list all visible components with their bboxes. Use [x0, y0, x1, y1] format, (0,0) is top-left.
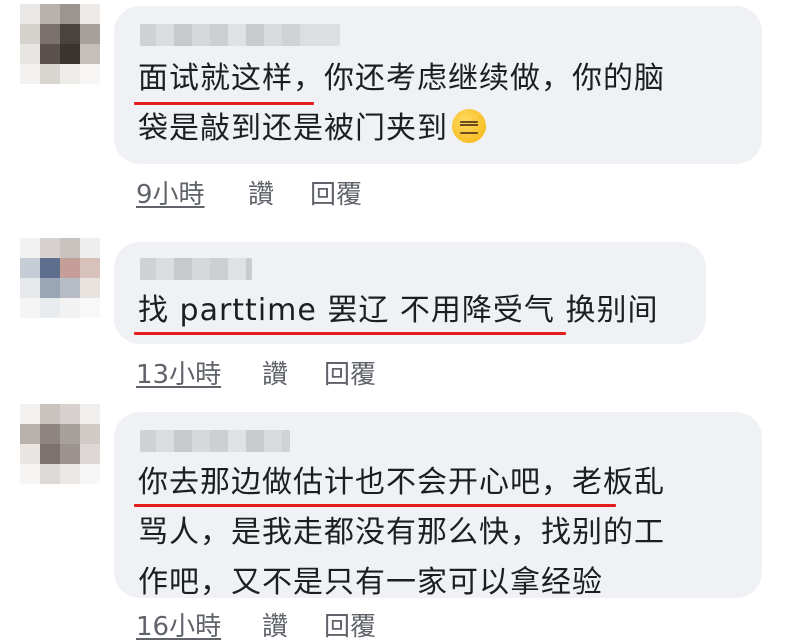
comment-bubble: 你去那边做估计也不会开心吧，老板乱 骂人，是我走都没有那么快，找别的工 作吧，又…	[114, 412, 762, 600]
avatar[interactable]	[20, 4, 100, 84]
comment-bubble: 面试就这样，你还考虑继续做，你的脑 袋是敲到还是被门夹到	[114, 6, 762, 164]
comment-bubble: 找 parttime 罢辽 不用降受气 换别间	[114, 242, 706, 344]
avatar[interactable]	[20, 404, 100, 484]
avatar[interactable]	[20, 238, 100, 318]
text-underline	[134, 102, 314, 105]
comment-timestamp[interactable]: 16小時	[136, 612, 221, 642]
commenter-name[interactable]	[140, 258, 252, 280]
commenter-name[interactable]	[140, 430, 290, 452]
like-button[interactable]: 讚	[248, 174, 274, 211]
like-button[interactable]: 讚	[262, 354, 288, 391]
reply-button[interactable]: 回覆	[310, 174, 362, 211]
text-underline	[134, 332, 566, 335]
comment-text: 你去那边做估计也不会开心吧，老板乱 骂人，是我走都没有那么快，找别的工 作吧，又…	[138, 465, 665, 600]
commenter-name[interactable]	[140, 24, 340, 46]
like-button[interactable]: 讚	[262, 606, 288, 643]
comment-actions: 13小時 讚 回覆	[136, 354, 376, 391]
comment-text: 找 parttime 罢辽 不用降受气 换别间	[138, 293, 659, 328]
reply-button[interactable]: 回覆	[324, 606, 376, 643]
expressionless-face-icon	[452, 109, 486, 143]
comment-timestamp[interactable]: 9小時	[136, 180, 205, 210]
comment-actions: 16小時 讚 回覆	[136, 606, 376, 643]
text-underline	[134, 504, 616, 507]
comment-actions: 9小時 讚 回覆	[136, 174, 362, 211]
reply-button[interactable]: 回覆	[324, 354, 376, 391]
comment-timestamp[interactable]: 13小時	[136, 360, 221, 390]
